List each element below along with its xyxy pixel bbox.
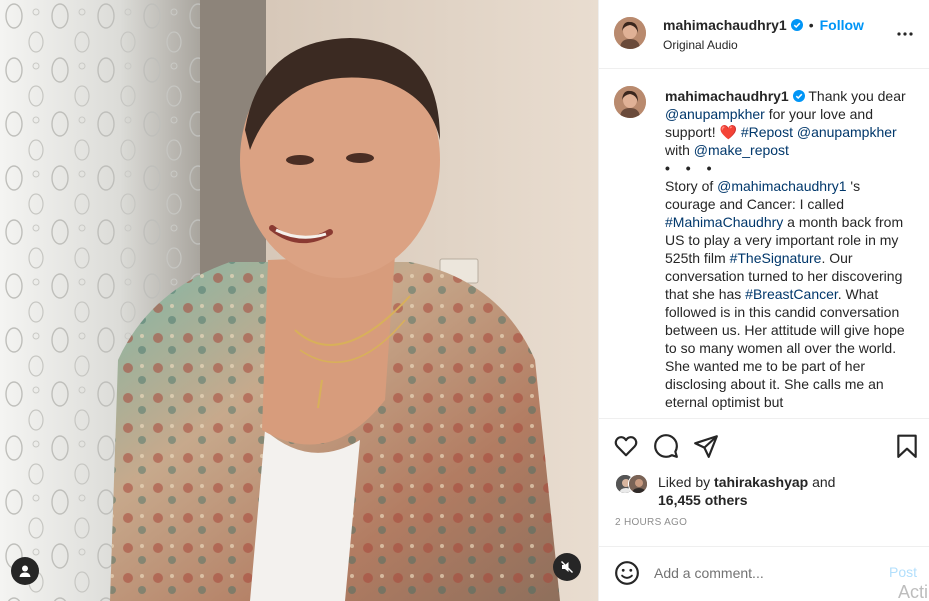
hashtag-link[interactable]: #TheSignature — [730, 250, 822, 266]
liker-username[interactable]: tahirakashyap — [714, 474, 808, 490]
user-tags-button[interactable] — [11, 557, 39, 585]
author-username[interactable]: mahimachaudhry1 — [663, 17, 787, 33]
liker-avatars[interactable] — [615, 474, 655, 496]
heart-icon[interactable] — [613, 433, 639, 459]
action-bar — [599, 418, 929, 470]
post-caption: mahimachaudhry1 Thank you dear @anupampk… — [665, 87, 911, 411]
mention-link[interactable]: @anupampkher — [665, 106, 765, 122]
verified-badge-icon — [792, 90, 805, 102]
verified-badge-icon — [790, 19, 803, 31]
likes-text: Liked by tahirakashyap and 16,455 others — [658, 473, 835, 509]
comment-bar: Post — [599, 546, 929, 601]
avatar-image — [614, 17, 646, 49]
user-tag-icon — [19, 565, 31, 577]
post-comment-button[interactable]: Post — [889, 564, 917, 580]
mention-link[interactable]: @anupampkher — [797, 124, 897, 140]
likes-count[interactable]: 16,455 others — [658, 492, 748, 508]
bookmark-icon[interactable] — [894, 433, 920, 459]
caption-dots: • • • — [665, 160, 718, 176]
author-avatar[interactable] — [614, 17, 646, 49]
avatar-image — [614, 86, 646, 118]
caption-text: with — [665, 142, 694, 158]
hashtag-link[interactable]: #BreastCancer — [745, 286, 838, 302]
mention-link[interactable]: @make_repost — [694, 142, 789, 158]
caption-section: mahimachaudhry1 Thank you dear @anupampk… — [599, 70, 929, 418]
mention-link[interactable]: @mahimachaudhry1 — [717, 178, 846, 194]
post-media[interactable] — [0, 0, 598, 601]
post-side-panel: mahimachaudhry1 • Follow Original Audio … — [598, 0, 929, 601]
comment-input[interactable] — [654, 561, 874, 585]
mute-button[interactable] — [553, 553, 581, 581]
liked-by-and: and — [808, 474, 836, 490]
author-row: mahimachaudhry1 • Follow — [663, 17, 864, 33]
caption-username[interactable]: mahimachaudhry1 — [665, 88, 789, 104]
liked-by-prefix: Liked by — [658, 474, 715, 490]
mute-icon — [561, 561, 573, 573]
likes-section: Liked by tahirakashyap and 16,455 others — [615, 472, 915, 508]
follow-button[interactable]: Follow — [820, 17, 864, 33]
comment-icon[interactable] — [653, 433, 679, 459]
post-timestamp[interactable]: 2 HOURS AGO — [615, 517, 687, 528]
caption-text: . What followed is in this candid conver… — [665, 286, 905, 410]
caption-text: Thank you dear — [804, 88, 906, 104]
more-options-icon[interactable] — [895, 24, 915, 44]
caption-avatar[interactable] — [614, 86, 646, 118]
heart-emoji: ❤️ — [719, 124, 737, 140]
separator-dot: • — [808, 17, 814, 33]
share-icon[interactable] — [693, 433, 719, 459]
hashtag-link[interactable]: #Repost — [741, 124, 793, 140]
emoji-icon[interactable] — [614, 560, 640, 586]
liker-avatar — [628, 474, 648, 494]
post-photo — [0, 0, 598, 601]
caption-text: Story of — [665, 178, 718, 194]
activation-watermark: Acti — [898, 582, 929, 601]
audio-label[interactable]: Original Audio — [663, 38, 738, 52]
post-header: mahimachaudhry1 • Follow Original Audio — [599, 0, 929, 69]
hashtag-link[interactable]: #MahimaChaudhry — [665, 214, 783, 230]
